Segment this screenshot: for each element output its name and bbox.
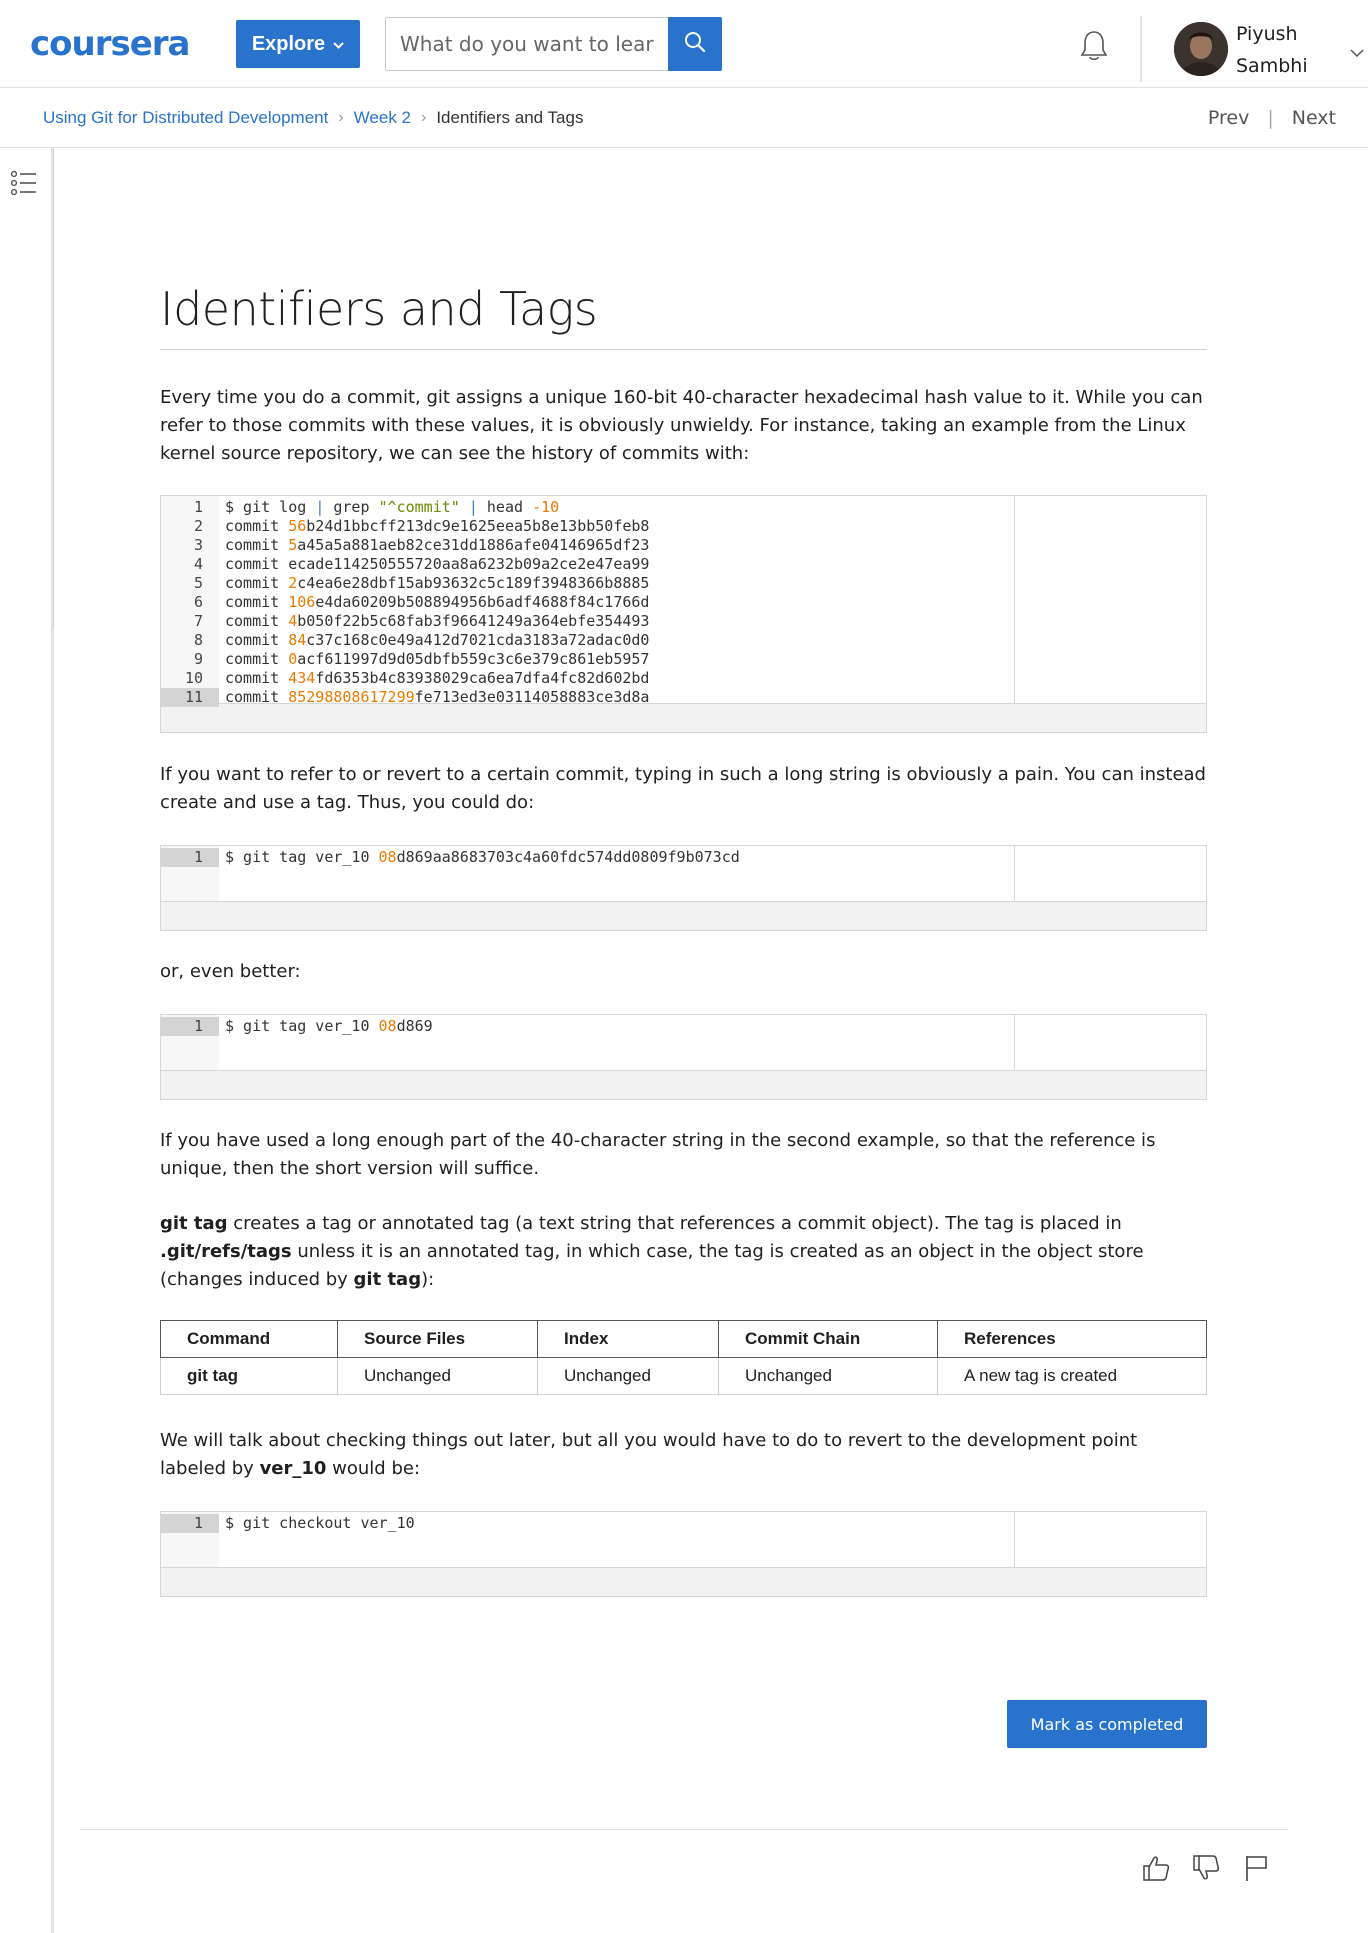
bell-icon[interactable] [1076, 28, 1112, 64]
code-line: commit 84c37c168c0e49a412d7021cda3183a72… [225, 631, 650, 649]
chevron-right-icon: › [421, 109, 427, 126]
line-number-gutter: 1 2 3 4 5 6 7 8 9 10 11 [161, 496, 219, 707]
paragraph-short-version: If you have used a long enough part of t… [160, 1130, 1156, 1179]
code-line: commit 85298808617299fe713ed3e0311405888… [225, 688, 650, 706]
code-lines[interactable]: $ git tag ver_10 08d869aa8683703c4a60fdc… [219, 846, 1014, 901]
prev-next-nav: Prev | Next [1208, 88, 1336, 148]
chevron-down-icon [333, 38, 344, 52]
code-side-panel [1014, 1015, 1206, 1070]
code-block-git-tag-short: 1 $ git tag ver_10 08d869 [160, 1014, 1207, 1100]
column-header: Commit Chain [718, 1320, 938, 1358]
table-cell: Unchanged [337, 1357, 538, 1395]
paragraph-even-better: or, even better: [160, 961, 301, 982]
coursera-logo[interactable]: coursera [30, 24, 190, 64]
flag-icon[interactable] [1240, 1852, 1272, 1884]
top-navigation-bar: coursera Explore Piyush Sambhi [0, 0, 1368, 88]
code-block-footer [161, 1071, 1206, 1099]
left-rail [0, 148, 54, 1933]
user-last-name: Sambhi [1236, 55, 1308, 77]
code-line: commit 5a45a5a881aeb82ce31dd1886afe04146… [225, 536, 650, 554]
table-cell: git tag [160, 1357, 338, 1395]
column-header: Source Files [337, 1320, 538, 1358]
breadcrumb-bar: Using Git for Distributed Development › … [0, 88, 1368, 148]
header-divider [1140, 16, 1142, 82]
chevron-down-icon[interactable] [1350, 42, 1364, 61]
table-cell: Unchanged [537, 1357, 719, 1395]
table-header-row: Command Source Files Index Commit Chain … [160, 1320, 1207, 1358]
outline-list-icon [10, 170, 38, 200]
page-title: Identifiers and Tags [160, 282, 598, 336]
column-header: References [937, 1320, 1207, 1358]
feedback-icons [1140, 1852, 1272, 1884]
prev-link[interactable]: Prev [1208, 107, 1249, 129]
code-block-git-log: 1 2 3 4 5 6 7 8 9 10 11 $ git log | grep… [160, 495, 1207, 733]
thumbs-up-icon[interactable] [1140, 1852, 1172, 1884]
table-cell: A new tag is created [937, 1357, 1207, 1395]
code-line: commit 2c4ea6e28dbf15ab93632c5c189f39483… [225, 574, 650, 592]
code-side-panel [1014, 496, 1206, 703]
breadcrumb: Using Git for Distributed Development › … [43, 88, 583, 148]
search-input[interactable] [398, 31, 657, 57]
code-side-panel [1014, 1512, 1206, 1567]
user-name[interactable]: Piyush Sambhi [1236, 18, 1326, 82]
code-lines[interactable]: $ git log | grep "^commit" | head -10 com… [219, 496, 1014, 706]
breadcrumb-week-link[interactable]: Week 2 [354, 108, 411, 128]
explore-button[interactable]: Explore [236, 20, 360, 68]
search-field [385, 17, 669, 71]
thumbs-down-icon[interactable] [1190, 1852, 1222, 1884]
code-block-git-checkout: 1 $ git checkout ver_10 [160, 1511, 1207, 1597]
git-tag-effects-table: Command Source Files Index Commit Chain … [160, 1320, 1207, 1395]
user-first-name: Piyush [1236, 23, 1298, 45]
code-lines[interactable]: $ git checkout ver_10 [219, 1512, 1014, 1567]
code-side-panel [1014, 846, 1206, 901]
line-number-gutter: 1 [161, 1015, 219, 1070]
code-line: commit ecade114250555720aa8a6232b09a2ce2… [225, 555, 650, 573]
paragraph-tag-intro: If you want to refer to or revert to a c… [160, 764, 1206, 813]
footer-divider [80, 1829, 1288, 1830]
code-block-footer [161, 1568, 1206, 1596]
table-cell: Unchanged [718, 1357, 938, 1395]
line-number-gutter: 1 [161, 846, 219, 901]
code-lines[interactable]: $ git tag ver_10 08d869 [219, 1015, 1014, 1070]
title-divider [160, 349, 1207, 350]
column-header: Command [160, 1320, 338, 1358]
paragraph-git-tag-explained: git tag creates a tag or annotated tag (… [160, 1213, 1144, 1290]
breadcrumb-current: Identifiers and Tags [436, 108, 584, 127]
mark-as-completed-button[interactable]: Mark as completed [1007, 1700, 1207, 1748]
code-line: commit 434fd6353b4c83938029ca6ea7dfa4fc8… [225, 669, 650, 687]
code-line: commit 106e4da60209b508894956b6adf4688f8… [225, 593, 650, 611]
next-link[interactable]: Next [1292, 107, 1336, 129]
code-line: commit 0acf611997d9d05dbfb559c3c6e379c86… [225, 650, 650, 668]
search-icon [683, 30, 707, 58]
explore-label: Explore [251, 32, 326, 55]
code-block-git-tag-long: 1 $ git tag ver_10 08d869aa8683703c4a60f… [160, 845, 1207, 931]
column-header: Index [537, 1320, 719, 1358]
code-block-footer [161, 902, 1206, 930]
course-outline-toggle[interactable] [0, 148, 54, 628]
search-button[interactable] [668, 17, 722, 71]
breadcrumb-course-link[interactable]: Using Git for Distributed Development [43, 108, 328, 128]
avatar[interactable] [1174, 22, 1228, 76]
code-block-footer [161, 704, 1206, 732]
paragraph-intro: Every time you do a commit, git assigns … [160, 387, 1203, 464]
code-line: $ git log | grep "^commit" | head -10 [225, 498, 560, 516]
code-line: commit 4b050f22b5c68fab3f96641249a364ebf… [225, 612, 650, 630]
line-number-gutter: 1 [161, 1512, 219, 1567]
prev-next-divider: | [1267, 107, 1274, 129]
paragraph-checkout-intro: We will talk about checking things out l… [160, 1430, 1138, 1479]
code-line: commit 56b24d1bbcff213dc9e1625eea5b8e13b… [225, 517, 650, 535]
table-row: git tag Unchanged Unchanged Unchanged A … [160, 1357, 1207, 1395]
chevron-right-icon: › [338, 109, 344, 126]
